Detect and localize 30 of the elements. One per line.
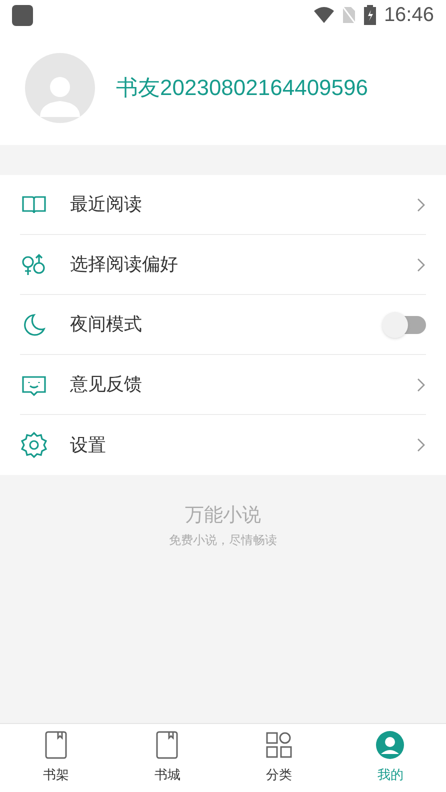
book-icon <box>155 731 180 760</box>
menu-label: 选择阅读偏好 <box>70 253 179 276</box>
chevron-right-icon <box>416 196 426 212</box>
app-icon <box>12 4 33 26</box>
menu-label: 设置 <box>70 434 107 456</box>
menu-item[interactable]: 设置 <box>20 415 426 475</box>
menu-item[interactable]: 夜间模式 <box>20 295 426 355</box>
nav-tab[interactable]: 书架 <box>0 724 112 792</box>
nav-tab[interactable]: 分类 <box>223 724 334 792</box>
wifi-icon <box>314 7 334 23</box>
menu-item[interactable]: 意见反馈 <box>20 355 426 415</box>
menu-label: 意见反馈 <box>70 373 143 396</box>
chevron-right-icon <box>416 256 426 272</box>
settings-icon <box>20 431 48 459</box>
user-icon <box>376 731 404 760</box>
menu-label: 最近阅读 <box>70 193 143 216</box>
menu-item[interactable]: 最近阅读 <box>20 175 426 235</box>
no-sim-icon <box>342 6 356 24</box>
slogan: 免费小说，尽情畅读 <box>169 532 277 548</box>
menu-label: 夜间模式 <box>70 313 143 336</box>
nav-tab[interactable]: 书城 <box>112 724 223 792</box>
clock: 16:46 <box>384 3 434 28</box>
username: 书友20230802164409596 <box>116 74 368 102</box>
book-icon <box>44 731 68 760</box>
chevron-right-icon <box>416 376 426 392</box>
battery-icon <box>364 5 376 25</box>
menu-item[interactable]: 选择阅读偏好 <box>20 235 426 295</box>
chevron-right-icon <box>416 437 426 453</box>
app-name: 万能小说 <box>185 504 261 528</box>
grid-icon <box>264 731 293 760</box>
